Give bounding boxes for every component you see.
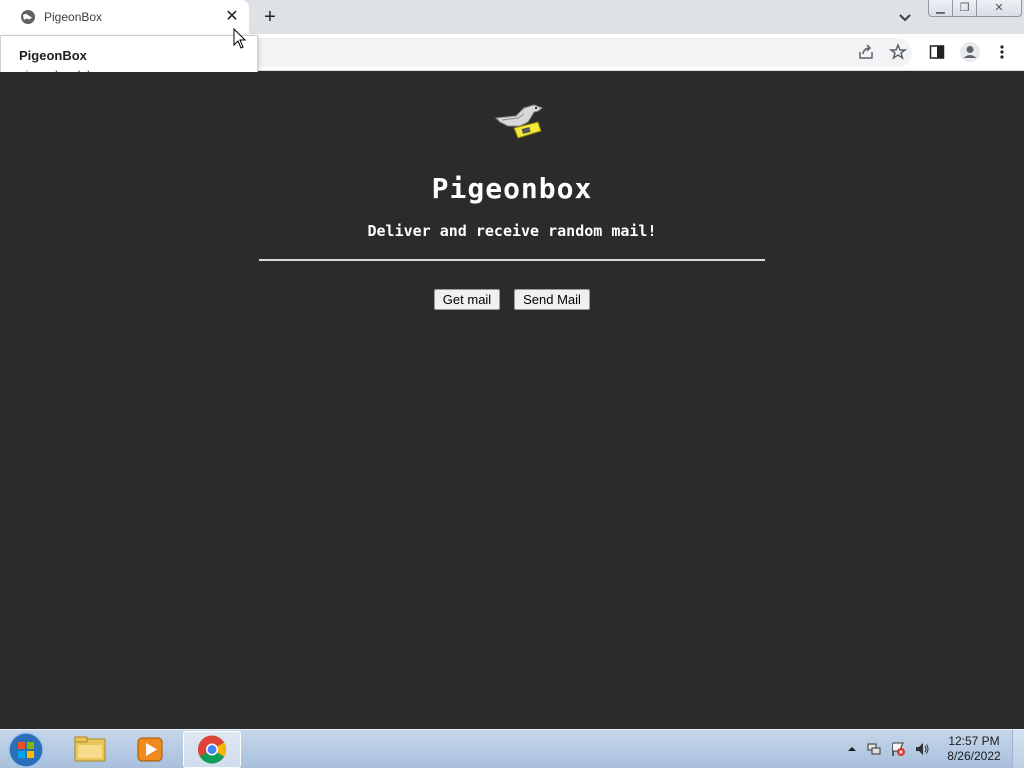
minimize-icon: ▁ [936, 2, 945, 14]
hover-card-title: PigeonBox [19, 48, 87, 63]
tab-title: PigeonBox [44, 10, 103, 24]
close-window-button[interactable]: ✕ [976, 0, 1022, 17]
volume-icon[interactable] [914, 741, 930, 757]
new-tab-button[interactable]: + [260, 6, 280, 28]
globe-icon [21, 10, 35, 24]
page-content: Pigeonbox Deliver and receive random mai… [0, 72, 1024, 729]
start-button-icon[interactable] [6, 731, 46, 768]
action-center-flag-icon[interactable] [890, 741, 906, 757]
divider [259, 259, 765, 261]
send-mail-button[interactable]: Send Mail [514, 289, 590, 310]
folder-icon [74, 736, 106, 762]
clock-date: 8/26/2022 [947, 749, 1001, 763]
taskbar: 12:57 PM 8/26/2022 [0, 729, 1024, 768]
taskbar-chrome[interactable] [183, 731, 241, 768]
page-subtitle: Deliver and receive random mail! [367, 222, 657, 240]
taskbar-media-player[interactable] [122, 731, 180, 768]
menu-icon[interactable] [993, 43, 1011, 61]
get-mail-button[interactable]: Get mail [434, 289, 500, 310]
chevron-down-icon[interactable] [896, 8, 914, 26]
tab-strip: PigeonBox ✕ + ▁ ❐ ✕ [0, 0, 1024, 34]
pigeon-logo-icon [494, 104, 544, 139]
chrome-icon [198, 735, 226, 764]
tab-pigeonbox[interactable]: PigeonBox ✕ [0, 0, 249, 34]
show-hidden-icons-icon[interactable] [844, 741, 860, 757]
system-clock[interactable]: 12:57 PM 8/26/2022 [938, 734, 1010, 764]
media-player-icon [137, 737, 163, 762]
restore-button[interactable]: ❐ [952, 0, 977, 17]
profile-icon[interactable] [959, 41, 981, 63]
network-icon[interactable] [866, 741, 882, 757]
side-panel-icon[interactable] [928, 43, 946, 61]
page-title: Pigeonbox [431, 172, 593, 205]
show-desktop-button[interactable] [1012, 730, 1024, 768]
minimize-button[interactable]: ▁ [928, 0, 953, 17]
clock-time: 12:57 PM [948, 734, 1000, 748]
mouse-cursor-icon [233, 28, 247, 49]
close-icon: ✕ [994, 2, 1004, 14]
star-icon[interactable] [889, 43, 907, 61]
tab-close-icon[interactable]: ✕ [224, 9, 240, 25]
restore-icon: ❐ [959, 2, 970, 14]
share-icon[interactable] [857, 43, 875, 61]
taskbar-explorer[interactable] [61, 731, 119, 768]
address-bar[interactable] [200, 38, 912, 67]
